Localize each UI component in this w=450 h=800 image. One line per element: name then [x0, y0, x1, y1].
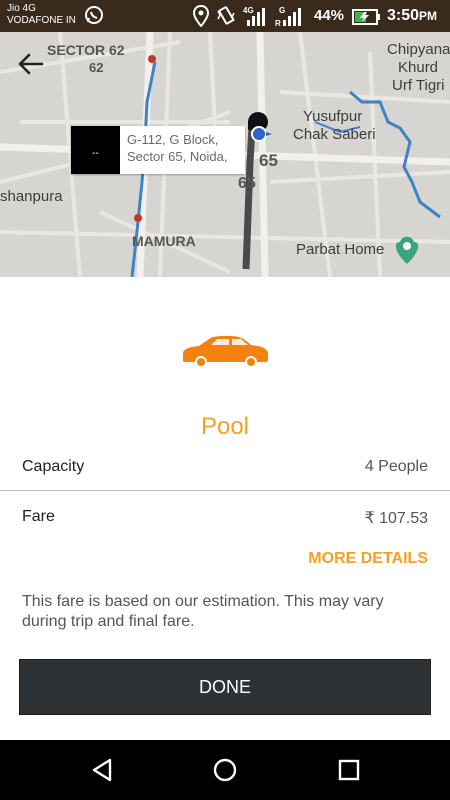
vibrate-icon — [217, 6, 235, 25]
back-arrow-icon[interactable] — [16, 52, 46, 76]
map-label-yusufpur: Yusufpur — [303, 108, 363, 125]
fare-value: ₹ 107.53 — [364, 510, 428, 527]
map-view[interactable]: SECTOR 62 62 Chipyana Khurd Urf Tigri Yu… — [0, 32, 450, 277]
svg-text:G: G — [279, 6, 285, 15]
capacity-row: Capacity 4 People — [22, 458, 428, 482]
fare-details-sheet: Pool Capacity 4 People Fare ₹ 107.53 MOR… — [0, 277, 450, 740]
map-label-shanpura: shanpura — [0, 188, 63, 205]
ride-type-name: Pool — [200, 413, 250, 440]
screen: Jio 4G VODAFONE IN 4G G R 44% 3:50PM SEC… — [0, 0, 450, 800]
back-nav-icon[interactable] — [88, 756, 116, 784]
current-location-marker[interactable] — [246, 112, 278, 146]
signal-g-icon: G R — [275, 6, 301, 27]
capacity-value: 4 People — [364, 458, 428, 475]
pickup-eta: -- — [71, 126, 120, 174]
map-label-65b: 65 — [238, 175, 256, 192]
navigation-bar — [0, 740, 450, 800]
map-label-chipyana: Chipyana — [387, 41, 450, 58]
fare-label: Fare — [22, 508, 55, 525]
signal-4g-icon: 4G — [243, 6, 265, 26]
more-details-link[interactable]: MORE DETAILS — [308, 550, 428, 568]
map-label-62: 62 — [89, 60, 104, 75]
map-label-khurd: Khurd — [398, 59, 439, 76]
map-label-tigri: Urf Tigri — [392, 77, 445, 94]
capacity-label: Capacity — [22, 458, 85, 475]
map-label-65a: 65 — [259, 151, 278, 170]
map-label-chak-saberi: Chak Saberi — [293, 126, 376, 143]
svg-text:4G: 4G — [243, 6, 254, 15]
whatsapp-icon — [85, 6, 103, 24]
car-icon — [183, 336, 268, 368]
pickup-card[interactable]: -- G-112, G Block, Sector 65, Noida, — [71, 126, 245, 174]
map-label-parbat-home: Parbat Home — [296, 241, 385, 258]
clock-suffix: PM — [419, 9, 438, 23]
home-nav-icon[interactable] — [211, 756, 239, 784]
done-button[interactable]: DONE — [19, 659, 431, 715]
fare-row: Fare ₹ 107.53 — [22, 508, 428, 532]
location-icon — [193, 5, 209, 27]
map-label-sector62: SECTOR 62 — [47, 42, 125, 58]
svg-text:R: R — [275, 19, 281, 27]
carrier-info: Jio 4G VODAFONE IN — [7, 3, 76, 27]
recents-nav-icon[interactable] — [335, 756, 363, 784]
fare-estimate-note: This fare is based on our estimation. Th… — [22, 593, 384, 630]
status-bar: Jio 4G VODAFONE IN 4G G R 44% 3:50PM — [0, 0, 450, 32]
map-label-mamura: MAMURA — [132, 233, 196, 249]
carrier-line-1: Jio 4G — [7, 3, 36, 14]
clock: 3:50PM — [387, 7, 437, 25]
battery-icon — [352, 9, 380, 25]
clock-time: 3:50 — [387, 7, 420, 24]
carrier-line-2: VODAFONE IN — [7, 15, 76, 26]
battery-percentage: 44% — [314, 7, 345, 24]
pickup-address: G-112, G Block, Sector 65, Noida, — [127, 132, 228, 164]
divider — [0, 490, 450, 491]
